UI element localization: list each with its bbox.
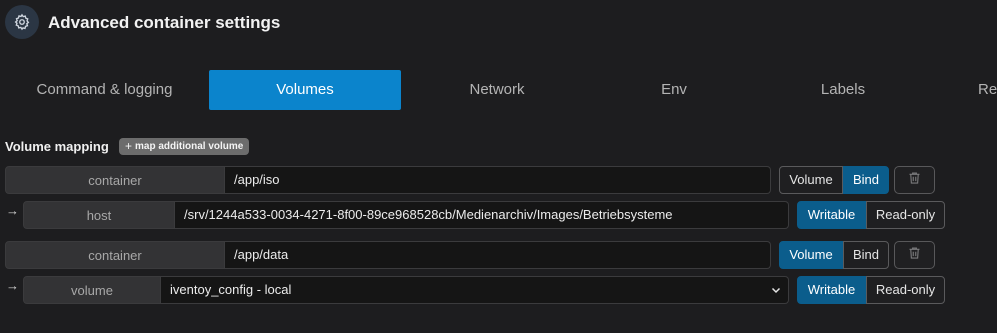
read-only-button[interactable]: Read-only (866, 201, 945, 229)
container-path-input[interactable]: /app/data (225, 241, 771, 269)
trash-icon (907, 170, 922, 191)
access-mode-toggle: Writable Read-only (797, 276, 945, 304)
tab-volumes[interactable]: Volumes (209, 70, 401, 110)
tab-restart-policy[interactable]: Re (978, 70, 997, 110)
container-path-input[interactable]: /app/iso (225, 166, 771, 194)
tab-command-logging[interactable]: Command & logging (0, 70, 209, 110)
remove-volume-button[interactable] (894, 241, 935, 269)
volume-type-bind-button[interactable]: Bind (843, 166, 889, 194)
volume-type-volume-button[interactable]: Volume (779, 166, 843, 194)
container-path-addon: container (5, 241, 225, 269)
arrow-right-icon: → (6, 278, 19, 293)
volume-select-value: iventoy_config - local (170, 282, 292, 297)
container-path-addon: container (5, 166, 225, 194)
volume-mapping-label: Volume mapping (5, 139, 109, 154)
map-additional-volume-button[interactable]: + map additional volume (119, 138, 250, 155)
read-only-button[interactable]: Read-only (866, 276, 945, 304)
map-additional-volume-label: map additional volume (135, 141, 244, 152)
volume-type-bind-button[interactable]: Bind (843, 241, 889, 269)
volume-type-toggle: Volume Bind (779, 166, 889, 194)
trash-icon (907, 245, 922, 266)
tab-labels[interactable]: Labels (755, 70, 931, 110)
host-path-addon: host (23, 201, 175, 229)
tab-env[interactable]: Env (593, 70, 755, 110)
page-header: Advanced container settings (0, 0, 997, 46)
access-mode-toggle: Writable Read-only (797, 201, 945, 229)
tab-network[interactable]: Network (401, 70, 593, 110)
arrow-right-icon: → (6, 203, 19, 218)
gear-icon (5, 5, 39, 39)
plus-icon: + (125, 139, 133, 153)
chevron-down-icon (770, 284, 782, 296)
volume-select-addon: volume (23, 276, 161, 304)
writable-button[interactable]: Writable (797, 201, 866, 229)
host-path-input[interactable]: /srv/1244a533-0034-4271-8f00-89ce968528c… (175, 201, 789, 229)
remove-volume-button[interactable] (894, 166, 935, 194)
writable-button[interactable]: Writable (797, 276, 866, 304)
page-title: Advanced container settings (48, 13, 281, 32)
volume-select[interactable]: iventoy_config - local (161, 276, 789, 304)
volume-type-toggle: Volume Bind (779, 241, 889, 269)
settings-tabs: Command & logging Volumes Network Env La… (0, 70, 997, 110)
volume-type-volume-button[interactable]: Volume (779, 241, 843, 269)
